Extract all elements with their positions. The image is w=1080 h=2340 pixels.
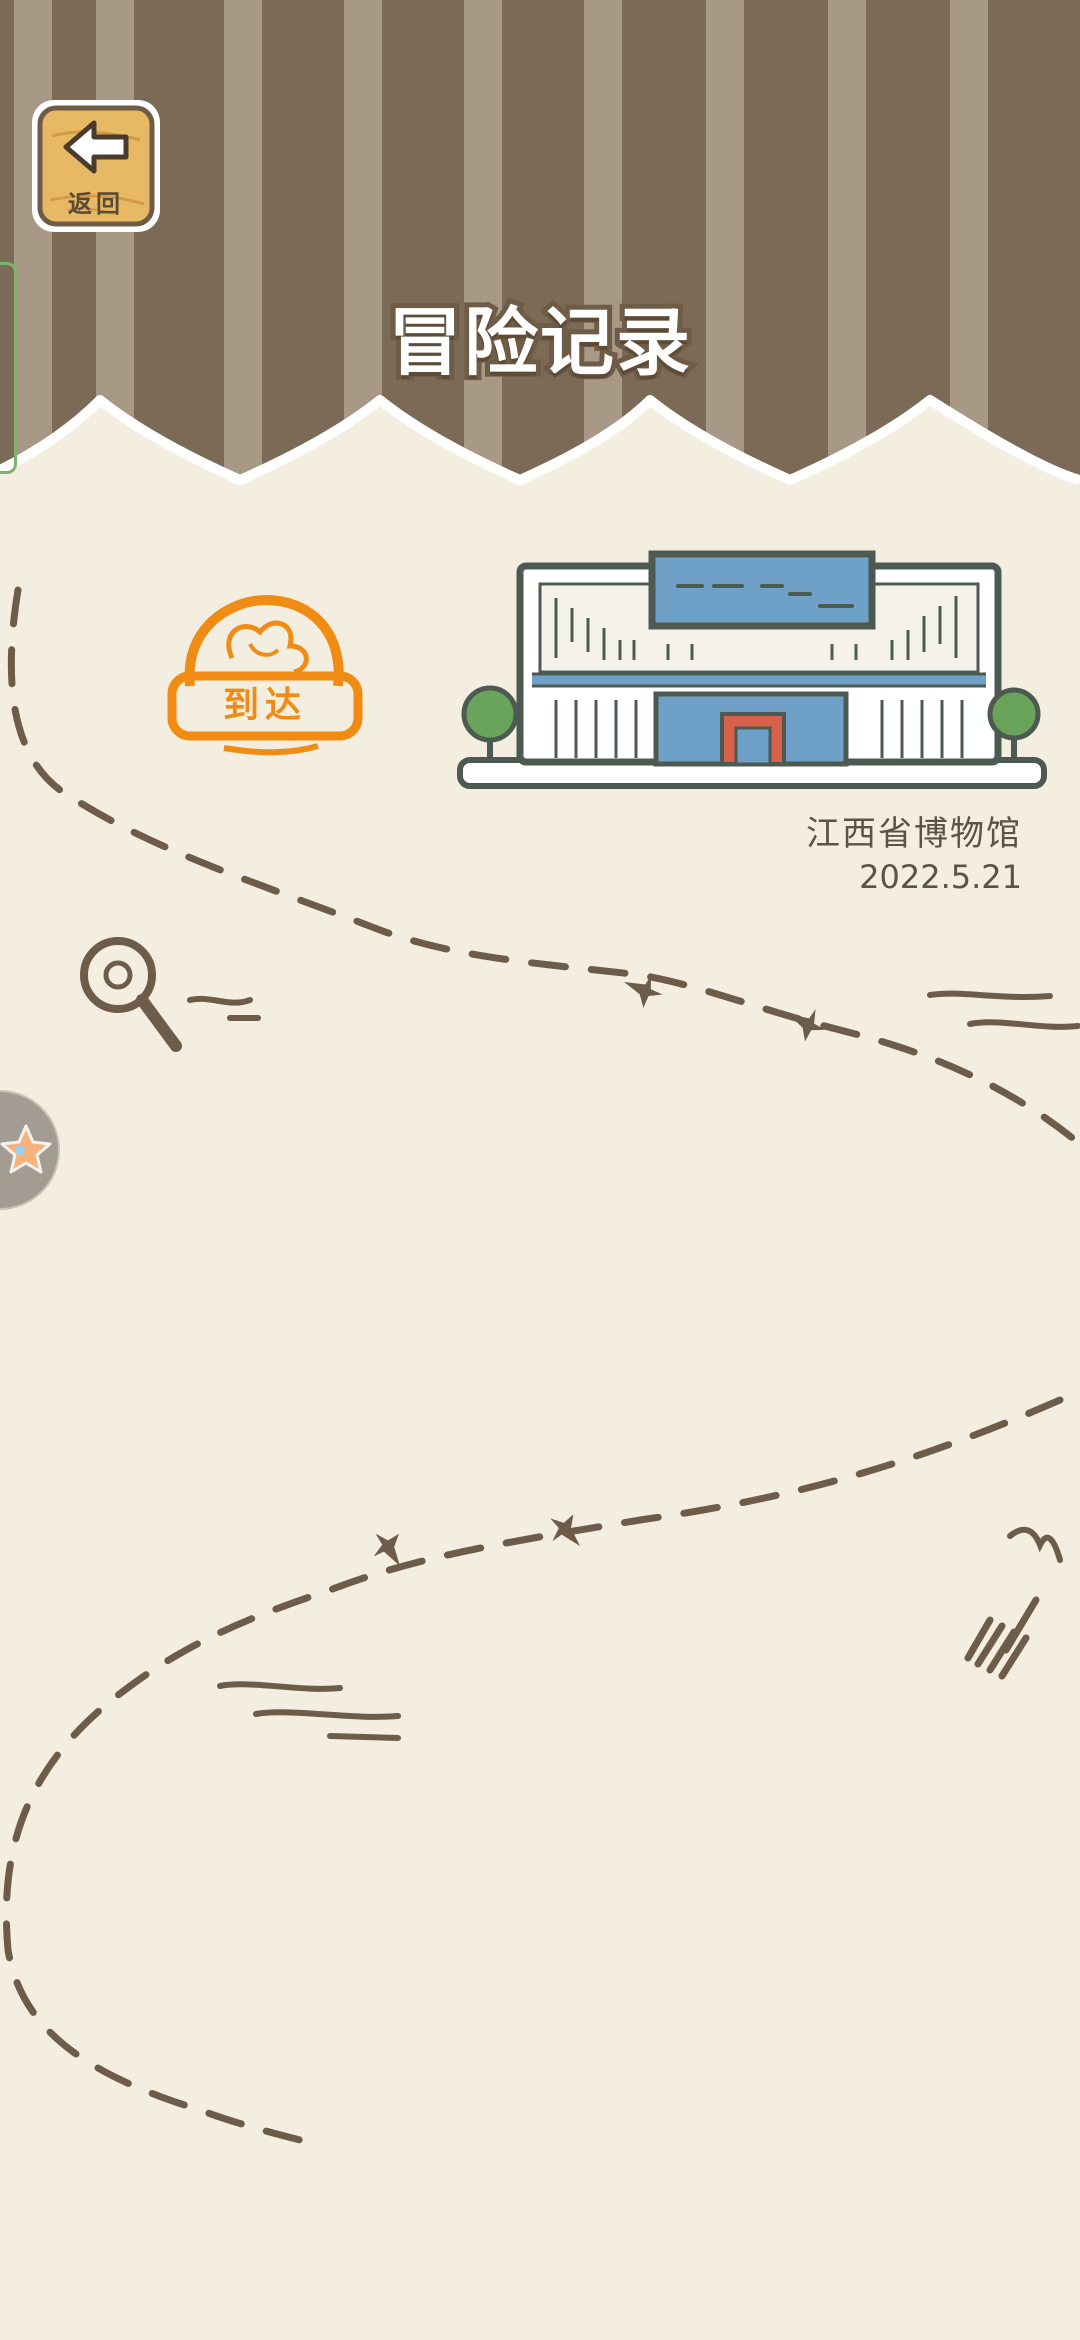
stamp-label: 到达: [222, 685, 307, 726]
arrival-stamp: 到达: [160, 592, 370, 762]
fork-icon: [964, 1596, 1040, 1680]
footprint-icon: [373, 974, 826, 1566]
visit-date: 2022.5.21: [859, 858, 1022, 896]
museum-name: 江西省博物馆: [806, 814, 1022, 854]
wind-dash-marks: [187, 990, 1080, 1741]
museum-illustration[interactable]: [452, 548, 1052, 798]
adventure-record-screen: 返回 冒险记录 到达 江西省博物馆 2022.5.21: [0, 0, 1080, 2340]
star-icon: [0, 1124, 52, 1174]
trail-lower-segment: [2, 1396, 1064, 2149]
magnifier-icon: [80, 937, 182, 1052]
adventure-trail: [2, 586, 1080, 2149]
